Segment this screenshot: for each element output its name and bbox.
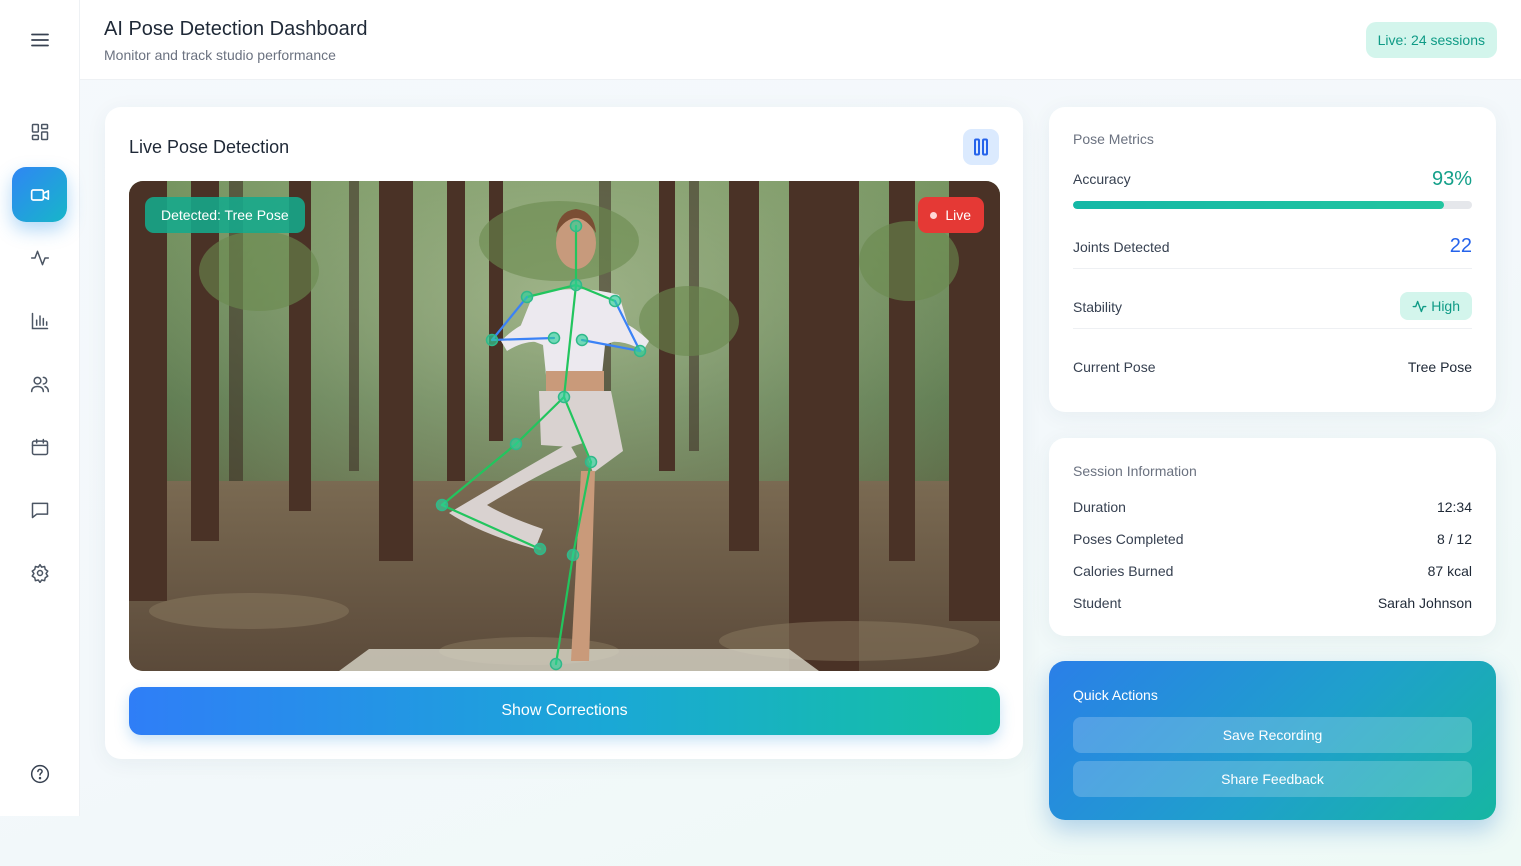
header: AI Pose Detection Dashboard Monitor and … xyxy=(80,0,1521,80)
nav-messages[interactable] xyxy=(12,482,67,537)
quick-actions-title: Quick Actions xyxy=(1073,687,1158,703)
live-pose-card: Live Pose Detection Detected: Tree Pose … xyxy=(105,107,1023,759)
nav-users[interactable] xyxy=(12,356,67,411)
nav-analytics[interactable] xyxy=(12,293,67,348)
page-title: AI Pose Detection Dashboard xyxy=(104,18,368,40)
divider xyxy=(1073,328,1472,329)
settings-icon xyxy=(31,563,48,583)
quick-actions-card: Quick Actions Save Recording Share Feedb… xyxy=(1049,661,1496,820)
users-icon xyxy=(30,376,49,392)
share-feedback-button[interactable]: Share Feedback xyxy=(1073,761,1472,797)
current-pose-value: Tree Pose xyxy=(1407,359,1472,375)
video-icon xyxy=(30,188,49,201)
live-sessions-badge: Live: 24 sessions xyxy=(1365,22,1497,58)
nav-dashboard[interactable] xyxy=(12,104,67,159)
activity-icon xyxy=(1412,300,1427,312)
video-feed: Detected: Tree Pose Live xyxy=(129,181,1000,671)
message-icon xyxy=(31,502,48,518)
nav-video[interactable] xyxy=(12,167,67,222)
sidebar xyxy=(0,0,80,816)
menu-icon[interactable] xyxy=(26,26,54,54)
accuracy-label: Accuracy xyxy=(1073,171,1131,187)
session-row-label: Poses Completed xyxy=(1073,531,1184,547)
session-info-card: Session Information Duration 12:34 Poses… xyxy=(1049,438,1496,636)
session-row-value: 8 / 12 xyxy=(1436,531,1472,547)
accuracy-progress-bar xyxy=(1073,201,1472,209)
live-dot-icon xyxy=(930,211,938,219)
forest-scene-image xyxy=(129,181,1000,671)
accuracy-value: 93% xyxy=(1431,168,1472,190)
nav-activity[interactable] xyxy=(12,230,67,285)
calendar-icon xyxy=(31,438,48,455)
live-pose-title: Live Pose Detection xyxy=(129,137,290,157)
nav-settings[interactable] xyxy=(12,545,67,600)
live-label: Live xyxy=(945,207,971,223)
session-row-label: Duration xyxy=(1073,499,1126,515)
save-recording-button[interactable]: Save Recording xyxy=(1073,717,1472,753)
session-info-title: Session Information xyxy=(1073,463,1197,479)
pause-icon xyxy=(974,138,988,156)
pause-button[interactable] xyxy=(963,129,999,165)
session-row-label: Student xyxy=(1073,595,1122,611)
page-subtitle: Monitor and track studio performance xyxy=(104,47,336,63)
session-row-value: 12:34 xyxy=(1436,499,1472,515)
dashboard-icon xyxy=(31,123,48,140)
divider xyxy=(1073,268,1472,269)
stability-badge: High xyxy=(1400,292,1472,320)
session-row-value: 87 kcal xyxy=(1427,563,1472,579)
session-row-value: Sarah Johnson xyxy=(1377,595,1472,611)
help-button[interactable] xyxy=(28,762,52,786)
joints-label: Joints Detected xyxy=(1073,239,1170,255)
help-icon xyxy=(30,764,50,784)
detected-pose-badge: Detected: Tree Pose xyxy=(145,197,305,233)
activity-icon xyxy=(30,250,49,265)
live-indicator: Live xyxy=(918,197,984,233)
show-corrections-button[interactable]: Show Corrections xyxy=(129,687,1000,735)
accuracy-progress-fill xyxy=(1073,201,1445,209)
stability-value: High xyxy=(1431,298,1460,314)
session-row-label: Calories Burned xyxy=(1073,563,1174,579)
joints-value: 22 xyxy=(1449,235,1472,257)
nav-calendar[interactable] xyxy=(12,419,67,474)
pose-metrics-title: Pose Metrics xyxy=(1073,131,1154,147)
pose-metrics-card: Pose Metrics Accuracy 93% Joints Detecte… xyxy=(1049,107,1496,412)
bar-chart-icon xyxy=(31,312,48,329)
current-pose-label: Current Pose xyxy=(1073,359,1156,375)
stability-label: Stability xyxy=(1073,299,1123,315)
